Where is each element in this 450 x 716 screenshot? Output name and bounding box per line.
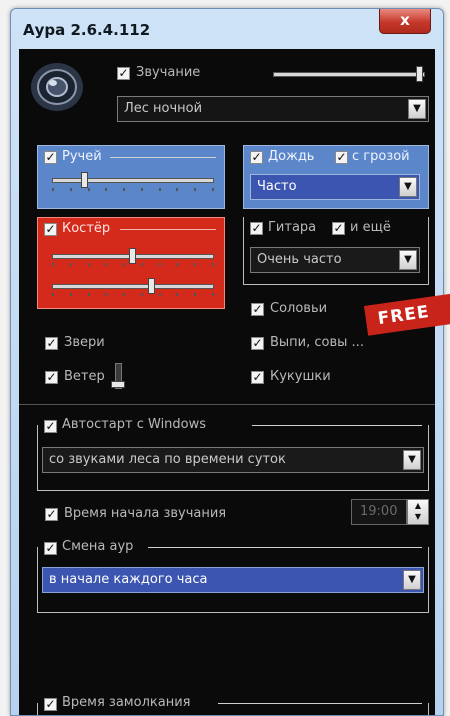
chevron-down-icon[interactable]: ▼ (399, 250, 417, 270)
group-border (218, 703, 422, 704)
aura-change-label: Смена аур (62, 539, 134, 554)
fire-label: Костёр (62, 221, 111, 236)
autostart-label: Автостарт с Windows (62, 417, 207, 432)
rain-checkbox[interactable]: ✓ (250, 151, 263, 164)
guitar-frequency-value: Очень часто (257, 252, 342, 267)
fire-slider-1-thumb[interactable] (129, 248, 136, 264)
start-time-input[interactable]: 19:00 (351, 499, 407, 525)
rain-label: Дождь (268, 149, 315, 164)
slider-ticks (52, 188, 214, 191)
group-border (148, 547, 422, 548)
autostart-mode-value: со звуками леса по времени суток (49, 452, 286, 467)
preset-dropdown[interactable]: Лес ночной ▼ (117, 96, 429, 122)
fire-slider-2[interactable] (52, 284, 214, 289)
silence-checkbox[interactable]: ✓ (44, 698, 57, 711)
thunder-label: с грозой (352, 149, 410, 164)
slider-ticks (52, 293, 214, 296)
speaker-icon (31, 63, 83, 111)
owls-label: Выпи, совы ... (270, 335, 364, 350)
sound-label: Звучание (136, 65, 201, 80)
guitar-more-label: и ещё (350, 220, 391, 235)
aura-change-checkbox[interactable]: ✓ (44, 542, 57, 555)
guitar-frequency-dropdown[interactable]: Очень часто ▼ (250, 247, 420, 273)
close-button[interactable]: x (379, 9, 431, 34)
sound-checkbox[interactable]: ✓ (117, 67, 130, 80)
stream-checkbox[interactable]: ✓ (44, 151, 57, 164)
stream-slider[interactable] (52, 178, 214, 183)
thunder-checkbox[interactable]: ✓ (335, 151, 348, 164)
wind-slider-thumb[interactable] (111, 380, 125, 388)
wind-label: Ветер (64, 369, 105, 384)
section-divider (19, 404, 435, 405)
spin-up-icon[interactable]: ▲ (408, 500, 428, 511)
group-border (110, 157, 216, 158)
start-time-checkbox[interactable]: ✓ (45, 508, 58, 521)
aura-change-group: ✓ Смена аур в начале каждого часа ▼ (37, 539, 429, 613)
silence-label: Время замолкания (62, 695, 191, 710)
cuckoos-label: Кукушки (270, 369, 331, 384)
chevron-down-icon[interactable]: ▼ (403, 450, 421, 470)
chevron-down-icon[interactable]: ▼ (399, 177, 417, 197)
rain-group: ✓ Дождь ✓ с грозой Часто ▼ (243, 145, 429, 209)
main-panel: ✓ Звучание Лес ночной ▼ ✓ Ручей ✓ Дождь … (19, 49, 435, 715)
rain-frequency-value: Часто (257, 179, 297, 194)
aura-change-value: в начале каждого часа (49, 572, 208, 587)
rain-frequency-dropdown[interactable]: Часто ▼ (250, 174, 420, 200)
volume-slider-thumb[interactable] (415, 66, 423, 82)
owls-checkbox[interactable]: ✓ (251, 337, 264, 350)
window-title: Аура 2.6.4.112 (23, 21, 151, 39)
chevron-down-icon[interactable]: ▼ (403, 570, 421, 590)
autostart-checkbox[interactable]: ✓ (44, 420, 57, 433)
stream-slider-thumb[interactable] (81, 172, 88, 188)
guitar-group: ✓ Гитара ✓ и ещё Очень часто ▼ (243, 217, 429, 285)
fire-group: ✓ Костёр (37, 217, 225, 309)
cuckoos-checkbox[interactable]: ✓ (251, 371, 264, 384)
aura-change-dropdown[interactable]: в начале каждого часа ▼ (42, 567, 424, 593)
title-bar: Аура 2.6.4.112 x (11, 9, 443, 49)
guitar-more-checkbox[interactable]: ✓ (332, 222, 345, 235)
autostart-group: ✓ Автостарт с Windows со звуками леса по… (37, 417, 429, 491)
guitar-label: Гитара (268, 220, 317, 235)
group-border (120, 229, 216, 230)
app-window: Аура 2.6.4.112 x ✓ Звучание Лес ночной ▼… (10, 8, 444, 716)
guitar-checkbox[interactable]: ✓ (250, 222, 263, 235)
slider-ticks (52, 263, 214, 266)
autostart-mode-dropdown[interactable]: со звуками леса по времени суток ▼ (42, 447, 424, 473)
animals-label: Звери (64, 335, 105, 350)
time-spinner[interactable]: ▲ ▼ (407, 499, 429, 525)
animals-checkbox[interactable]: ✓ (45, 337, 58, 350)
spin-down-icon[interactable]: ▼ (408, 511, 428, 522)
fire-slider-2-thumb[interactable] (148, 278, 156, 294)
nightingales-label: Соловьи (270, 301, 328, 316)
start-time-value: 19:00 (360, 504, 398, 519)
stream-group: ✓ Ручей (37, 145, 225, 209)
preset-value: Лес ночной (124, 101, 203, 116)
fire-checkbox[interactable]: ✓ (44, 223, 57, 236)
wind-checkbox[interactable]: ✓ (45, 371, 58, 384)
nightingales-checkbox[interactable]: ✓ (251, 303, 264, 316)
silence-group: ✓ Время замолкания (37, 695, 429, 715)
stream-label: Ручей (62, 149, 102, 164)
volume-slider[interactable] (273, 72, 425, 77)
chevron-down-icon[interactable]: ▼ (408, 99, 426, 119)
start-time-label: Время начала звучания (64, 506, 227, 521)
group-border (252, 425, 422, 426)
